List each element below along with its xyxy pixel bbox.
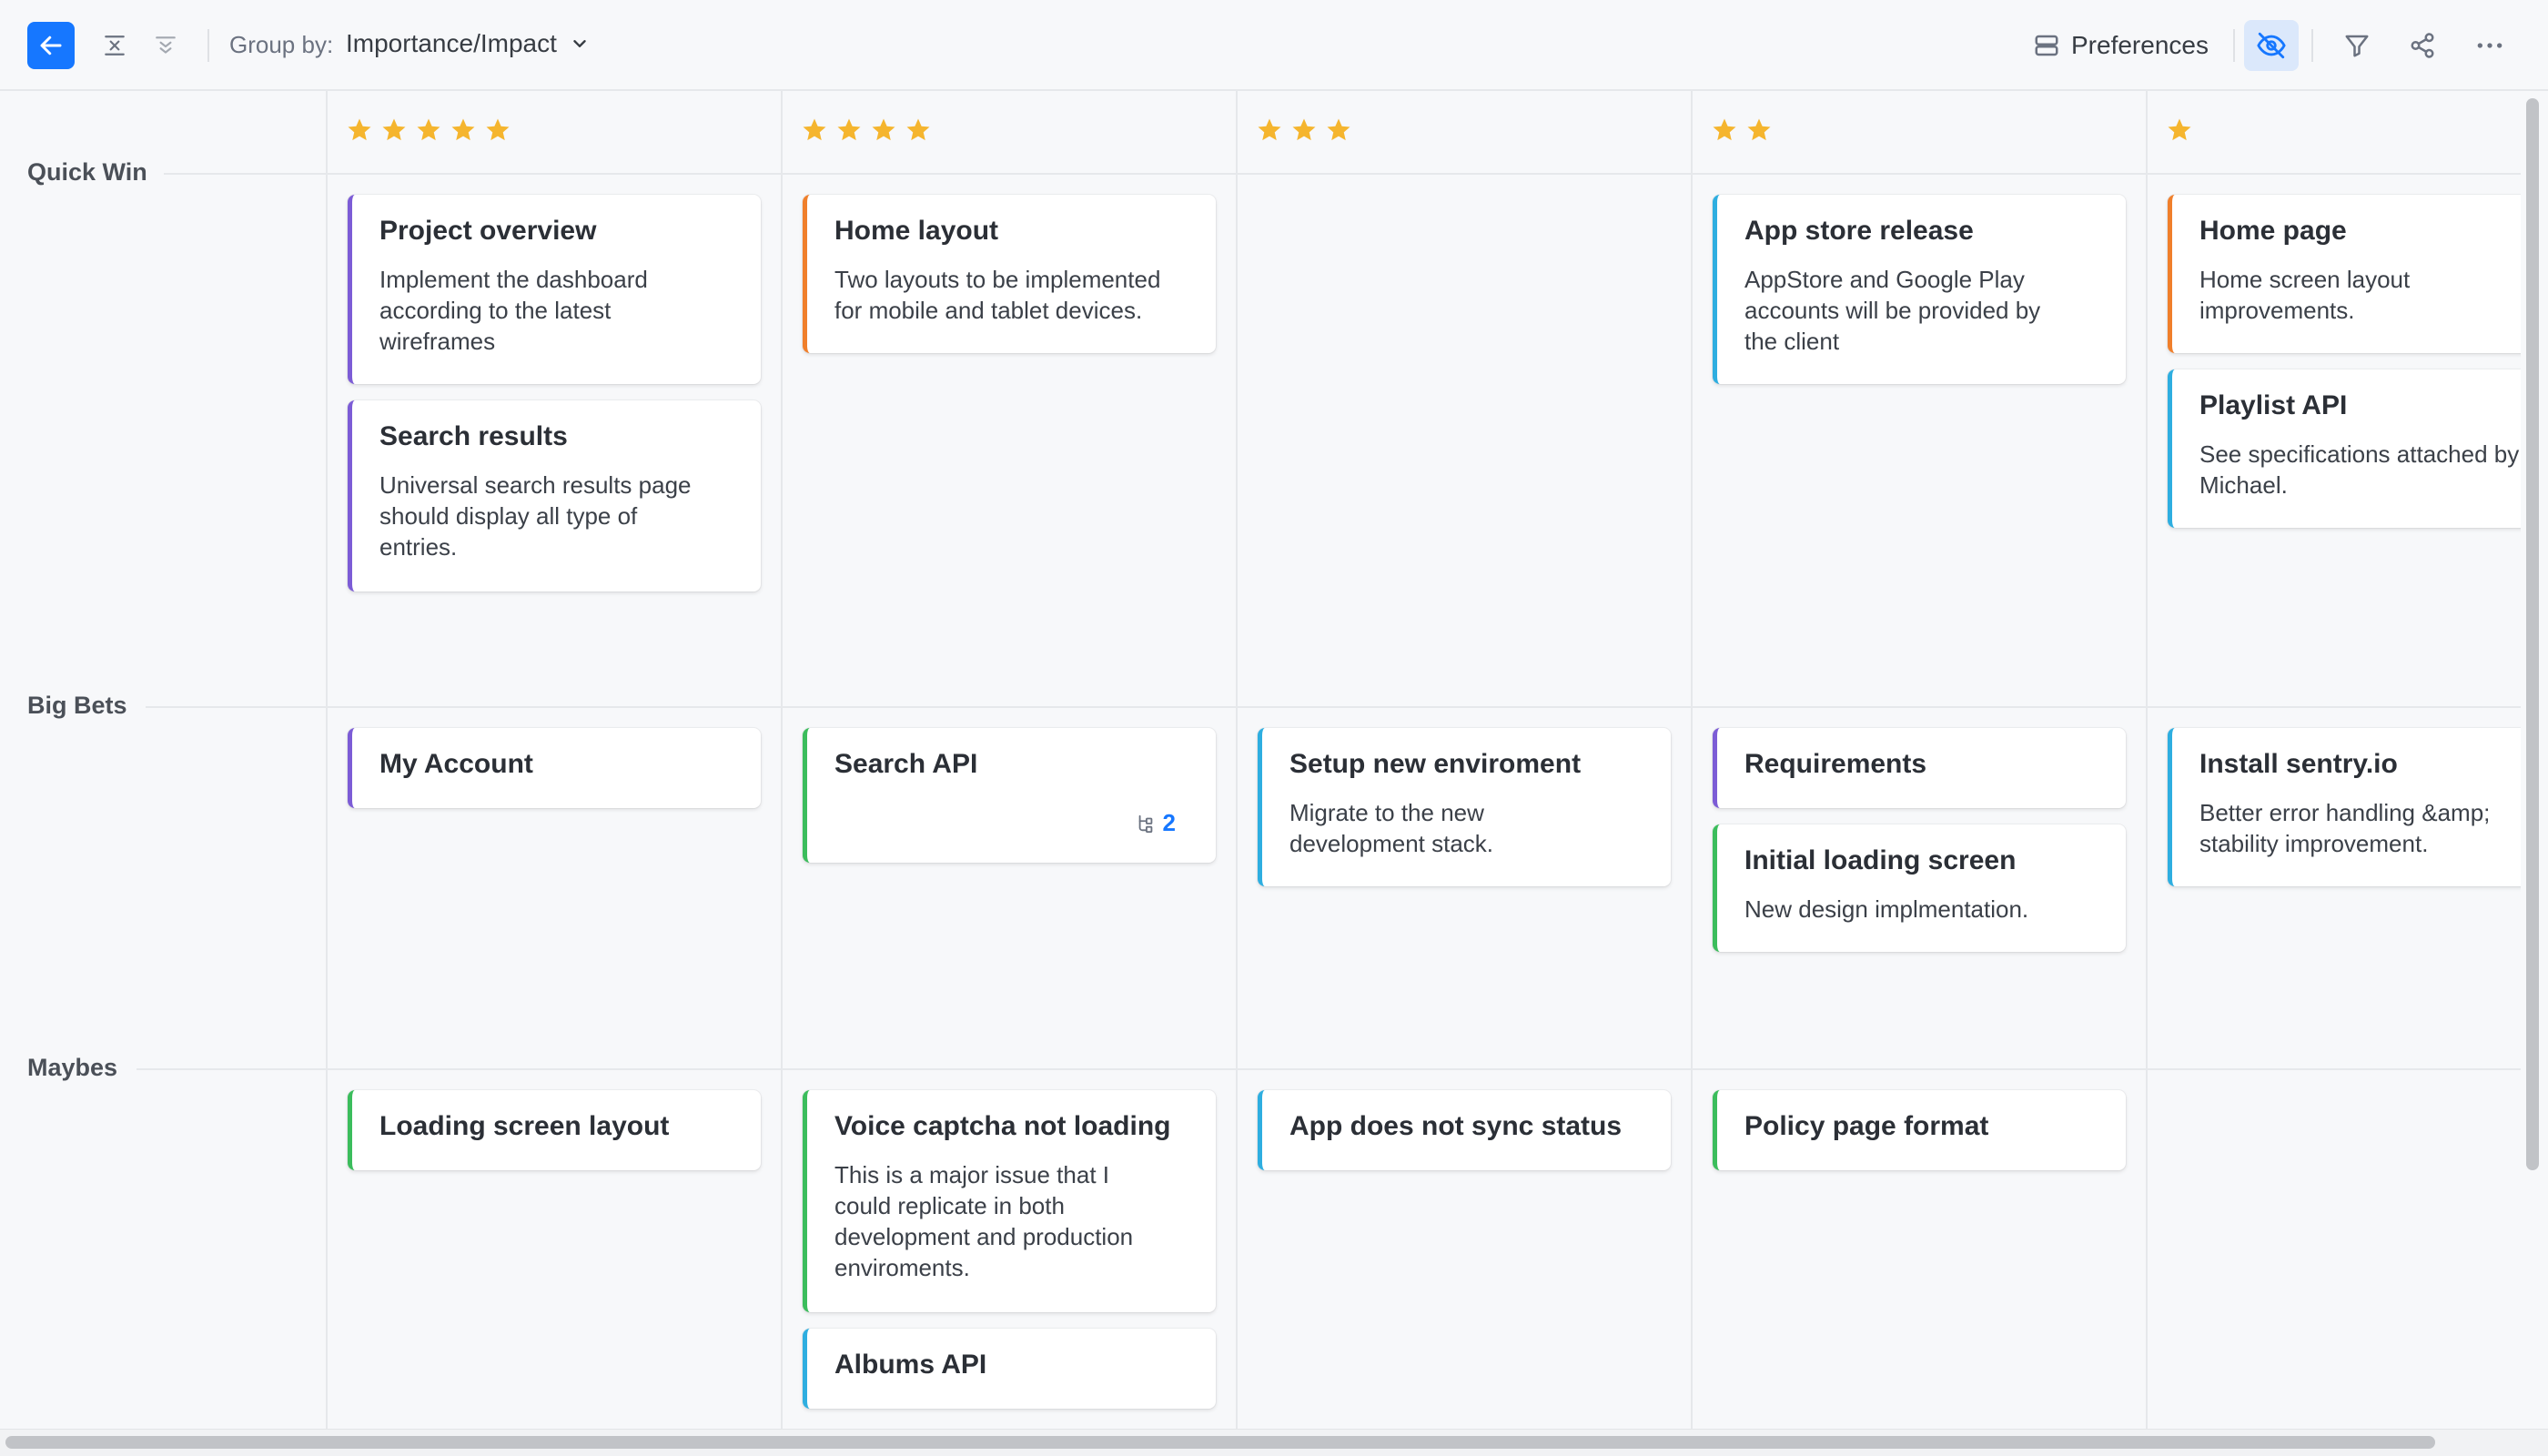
star-icon xyxy=(1713,118,1736,141)
card-description: See specifications attached by Michael. xyxy=(2199,440,2520,499)
task-card[interactable]: Requirements xyxy=(1713,728,2126,808)
star-icon xyxy=(872,118,895,141)
card-title: App does not sync status xyxy=(1289,1111,1623,1141)
card-title: Policy page format xyxy=(1744,1111,1989,1141)
card-description: New design implmentation. xyxy=(1744,895,2029,923)
task-card[interactable]: Home layout Two layouts to be implemente… xyxy=(803,195,1216,353)
more-options-button[interactable] xyxy=(2472,27,2508,64)
back-button[interactable] xyxy=(27,22,75,69)
expand-all-icon xyxy=(156,36,176,54)
card-title: Requirements xyxy=(1744,749,1927,779)
eye-off-icon xyxy=(2257,32,2286,59)
star-icon xyxy=(348,118,371,141)
card-title: My Account xyxy=(379,749,533,779)
card-title: Loading screen layout xyxy=(379,1111,670,1141)
task-card[interactable]: Search API 2 xyxy=(803,728,1216,863)
star-icon xyxy=(803,118,826,141)
task-card[interactable]: Playlist API See specifications attached… xyxy=(2168,369,2521,528)
task-card[interactable]: Home page Home screen layout improvement… xyxy=(2168,195,2521,353)
horizontal-scrollbar[interactable] xyxy=(5,1436,2435,1449)
card-description: This is a major issue that I could repli… xyxy=(834,1161,1134,1281)
toolbar-divider xyxy=(2311,29,2313,62)
task-card[interactable]: App does not sync status xyxy=(1258,1090,1671,1170)
star-icon xyxy=(417,118,440,141)
task-card[interactable]: Initial loading screen New design implme… xyxy=(1713,824,2126,952)
star-icon xyxy=(1258,118,1281,141)
card-description: AppStore and Google Play accounts will b… xyxy=(1744,266,2041,355)
group-by-label: Group by: xyxy=(229,31,334,58)
toolbar-divider xyxy=(2233,29,2235,62)
card-title: Setup new enviroment xyxy=(1289,749,1582,779)
card-title: Search API xyxy=(834,749,978,779)
task-card[interactable]: Loading screen layout xyxy=(348,1090,761,1170)
group-by-select[interactable]: Importance/Impact xyxy=(346,29,590,58)
hide-fields-button[interactable] xyxy=(2244,20,2299,71)
share-button[interactable] xyxy=(2404,27,2441,64)
column-header-5-stars xyxy=(346,116,511,144)
card-title: Project overview xyxy=(379,216,597,246)
subtasks-icon xyxy=(1138,814,1152,833)
task-card[interactable]: Setup new enviroment Migrate to the new … xyxy=(1258,728,1671,886)
row-label-maybes: Maybes xyxy=(27,1054,118,1081)
card-description: Implement the dashboard according to the… xyxy=(379,266,648,355)
preferences-button[interactable]: Preferences xyxy=(2033,27,2209,64)
subtasks-count[interactable]: 2 xyxy=(1136,809,1176,837)
task-card[interactable]: App store release AppStore and Google Pl… xyxy=(1713,195,2126,384)
task-card[interactable]: Search results Universal search results … xyxy=(348,400,761,592)
card-title: Install sentry.io xyxy=(2199,749,2398,779)
card-description: Two layouts to be implemented for mobile… xyxy=(834,266,1161,324)
preferences-icon xyxy=(2035,35,2058,56)
card-title: Playlist API xyxy=(2199,390,2348,420)
star-icon xyxy=(1292,118,1316,141)
task-card[interactable]: Policy page format xyxy=(1713,1090,2126,1170)
collapse-all-icon xyxy=(105,35,125,56)
subtasks-count-value: 2 xyxy=(1162,809,1176,836)
group-by-value: Importance/Impact xyxy=(346,29,557,57)
column-header-4-stars xyxy=(801,116,932,144)
card-title: App store release xyxy=(1744,216,1974,246)
kanban-board: Quick Win Big Bets Maybes Project overvi… xyxy=(0,91,2521,1429)
star-icon xyxy=(1327,118,1350,141)
column-header-3-stars xyxy=(1256,116,1352,144)
collapse-all-button[interactable] xyxy=(96,27,133,64)
chevron-down-icon xyxy=(573,40,586,47)
card-title: Home layout xyxy=(834,216,999,246)
star-icon xyxy=(1747,118,1771,141)
card-description: Migrate to the new development stack. xyxy=(1289,799,1494,857)
task-card[interactable]: Voice captcha not loading This is a majo… xyxy=(803,1090,1216,1312)
column-header-2-stars xyxy=(1711,116,1773,144)
filter-icon xyxy=(2345,35,2369,57)
card-title: Home page xyxy=(2199,216,2347,246)
task-card[interactable]: Project overview Implement the dashboard… xyxy=(348,195,761,384)
task-card[interactable]: Install sentry.io Better error handling … xyxy=(2168,728,2521,886)
card-title: Albums API xyxy=(834,1350,987,1380)
star-icon xyxy=(486,118,510,141)
star-icon xyxy=(837,118,861,141)
preferences-label: Preferences xyxy=(2071,31,2209,59)
task-card[interactable]: My Account xyxy=(348,728,761,808)
task-card[interactable]: Albums API xyxy=(803,1329,1216,1409)
more-horizontal-icon xyxy=(2477,43,2502,48)
card-description: Home screen layout improvements. xyxy=(2199,266,2411,324)
card-title: Search results xyxy=(379,421,568,451)
expand-all-button[interactable] xyxy=(147,27,184,64)
toolbar-divider xyxy=(207,29,209,62)
star-icon xyxy=(2168,118,2191,141)
toolbar: Group by: Importance/Impact Preferences xyxy=(0,0,2548,91)
card-description: Better error handling &amp; stability im… xyxy=(2199,799,2491,857)
column-header-1-star xyxy=(2166,116,2193,144)
card-title: Initial loading screen xyxy=(1744,845,2017,875)
vertical-scrollbar[interactable] xyxy=(2526,98,2539,1170)
star-icon xyxy=(382,118,406,141)
row-label-quick-win: Quick Win xyxy=(27,158,147,186)
row-label-big-bets: Big Bets xyxy=(27,692,127,719)
arrow-left-icon xyxy=(40,35,62,56)
star-icon xyxy=(906,118,930,141)
card-title: Voice captcha not loading xyxy=(834,1111,1171,1141)
card-description: Universal search results page should dis… xyxy=(379,471,692,561)
star-icon xyxy=(451,118,475,141)
filter-button[interactable] xyxy=(2339,27,2375,64)
share-icon xyxy=(2411,33,2434,58)
